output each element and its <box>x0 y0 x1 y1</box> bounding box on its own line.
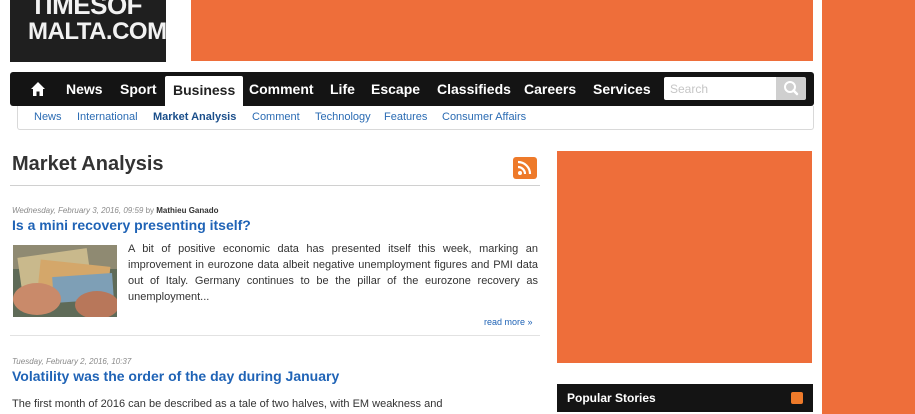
subnav-item-technology[interactable]: Technology <box>315 111 371 123</box>
article-excerpt: A bit of positive economic data has pres… <box>128 243 538 303</box>
subnav-item-news[interactable]: News <box>34 111 62 123</box>
nav-item-classifieds[interactable]: Classifieds <box>437 72 511 106</box>
logo-line-2: MALTA.COM <box>28 18 166 45</box>
subnav-item-market-analysis[interactable]: Market Analysis <box>153 111 236 123</box>
article-meta: Tuesday, February 2, 2016, 10:37 <box>12 357 131 366</box>
divider <box>10 185 540 186</box>
article-headline[interactable]: Is a mini recovery presenting itself? <box>12 217 251 233</box>
article-headline[interactable]: Volatility was the order of the day duri… <box>12 368 339 384</box>
popular-stories-header: Popular Stories <box>557 384 813 412</box>
page-title: Market Analysis <box>12 153 164 175</box>
nav-item-comment[interactable]: Comment <box>249 72 314 106</box>
site-logo[interactable]: TIMESOF MALTA.COM <box>10 0 166 62</box>
read-more-link[interactable]: read more » <box>484 317 533 327</box>
subnav-item-consumer-affairs[interactable]: Consumer Affairs <box>442 111 526 123</box>
search-input[interactable] <box>664 77 776 100</box>
article-author[interactable]: Mathieu Ganado <box>156 206 218 215</box>
article-date: Tuesday, February 2, 2016, 10:37 <box>12 357 132 366</box>
nav-item-careers[interactable]: Careers <box>524 72 576 106</box>
nav-item-news[interactable]: News <box>66 72 103 106</box>
nav-item-services[interactable]: Services <box>593 72 651 106</box>
article-by: by <box>145 206 155 215</box>
subnav-item-international[interactable]: International <box>77 111 138 123</box>
subnav-item-features[interactable]: Features <box>384 111 427 123</box>
search-button[interactable] <box>776 77 806 100</box>
nav-item-business[interactable]: Business <box>165 76 244 106</box>
nav-item-escape[interactable]: Escape <box>371 72 420 106</box>
article-meta: Wednesday, February 3, 2016, 09:59 by Ma… <box>12 206 219 215</box>
nav-item-sport[interactable]: Sport <box>120 72 157 106</box>
main-nav: News Sport Business Comment Life Escape … <box>10 72 814 106</box>
logo-line-1: TIMESOF <box>30 0 143 20</box>
side-banner-ad[interactable] <box>822 0 915 414</box>
article-excerpt: The first month of 2016 can be described… <box>12 398 443 410</box>
top-banner-ad[interactable] <box>191 0 813 61</box>
sidebar-banner-ad[interactable] <box>557 151 812 363</box>
sub-nav: News International Market Analysis Comme… <box>17 106 814 130</box>
popular-stories-title: Popular Stories <box>567 391 656 405</box>
article-date: Wednesday, February 3, 2016, 09:59 <box>12 206 144 215</box>
divider <box>10 335 540 336</box>
home-icon[interactable] <box>30 81 46 97</box>
nav-item-life[interactable]: Life <box>330 72 355 106</box>
article-thumbnail[interactable] <box>13 245 117 317</box>
rss-icon[interactable] <box>513 157 537 179</box>
search-icon <box>784 81 799 96</box>
rss-icon[interactable] <box>791 392 803 404</box>
subnav-item-comment[interactable]: Comment <box>252 111 300 123</box>
